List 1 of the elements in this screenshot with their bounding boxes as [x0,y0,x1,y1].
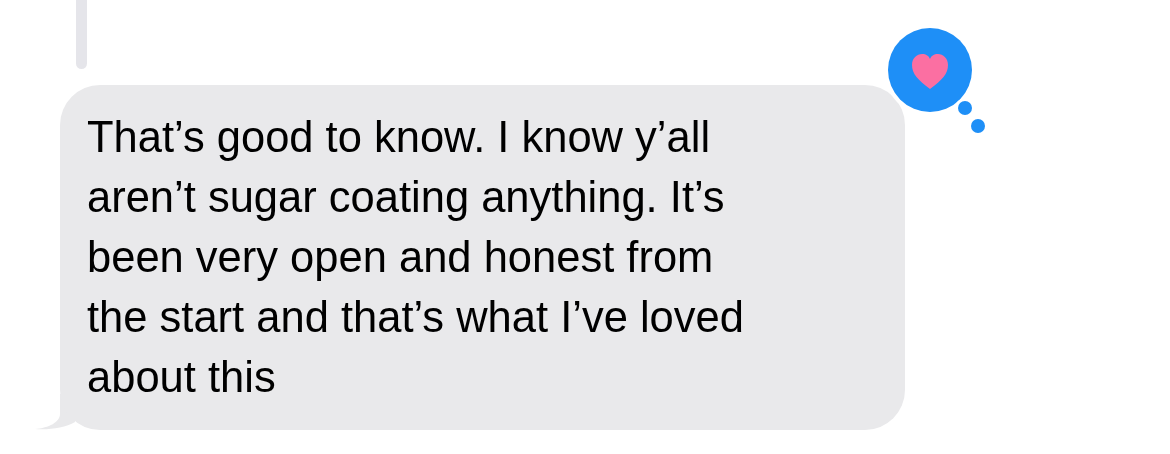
message-text: That’s good to know. I know y’all aren’t sugar coating anything. It’s been very open and honest from the start and that’s what I’ve loved about this [87,112,745,403]
